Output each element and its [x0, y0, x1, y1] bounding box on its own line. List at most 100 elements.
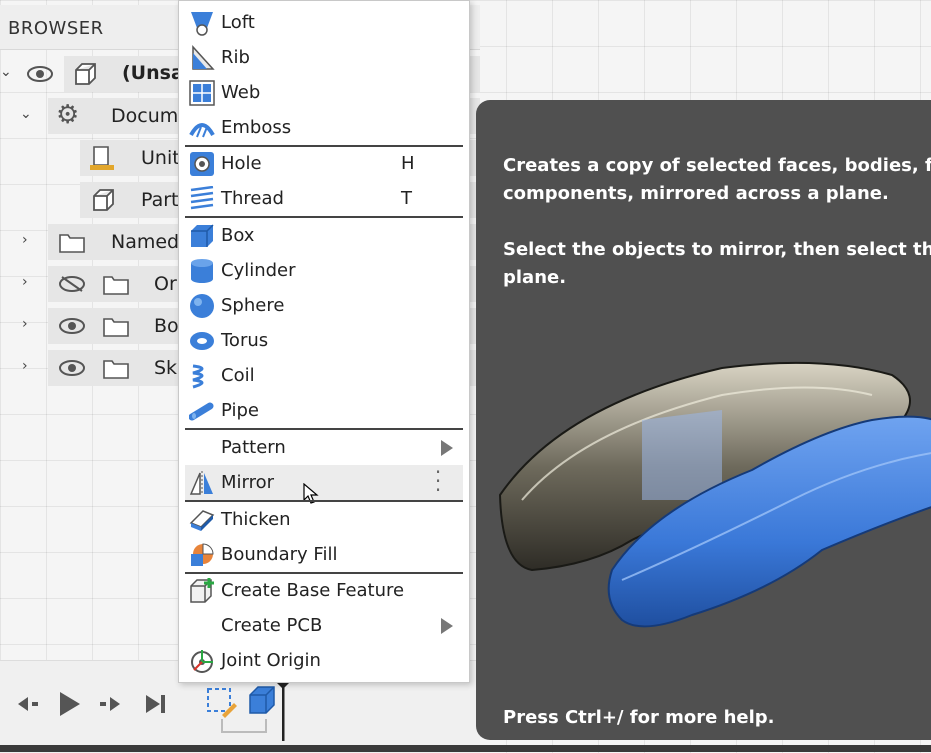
create-dropdown-menu: Loft Rib Web Emboss Hole H Thread T Box …	[178, 0, 470, 683]
pipe-icon	[189, 402, 214, 421]
menu-item-pattern[interactable]: Pattern	[185, 430, 463, 465]
menu-item-thicken[interactable]: Thicken	[185, 502, 463, 537]
eye-icon[interactable]	[26, 65, 54, 83]
menu-label: Web	[221, 82, 261, 103]
chevron-down-icon[interactable]: ⌄	[0, 64, 12, 80]
menu-item-coil[interactable]: Coil	[185, 358, 463, 393]
component-icon	[93, 189, 114, 211]
menu-item-thread[interactable]: Thread T	[185, 181, 463, 216]
folder-icon	[103, 276, 129, 295]
eye-icon[interactable]	[58, 317, 86, 335]
loft-icon	[191, 12, 213, 36]
go-to-end-icon[interactable]	[140, 689, 170, 719]
component-icon	[75, 63, 96, 85]
hole-icon	[190, 152, 214, 176]
browser-title: BROWSER	[8, 18, 104, 39]
step-forward-icon[interactable]	[96, 689, 126, 719]
menu-item-mirror[interactable]: Mirror · · ·	[185, 462, 463, 504]
coil-icon	[192, 364, 204, 389]
menu-label: Sphere	[221, 295, 285, 316]
rib-icon	[192, 45, 215, 70]
menu-label: Emboss	[221, 117, 292, 138]
status-strip	[0, 745, 931, 752]
units-icon	[90, 146, 114, 170]
menu-item-create-pcb[interactable]: Create PCB	[185, 608, 463, 643]
sphere-icon	[190, 294, 214, 318]
boundary-fill-icon	[191, 543, 214, 566]
eye-icon[interactable]	[58, 359, 86, 377]
tree-label-named-views: Named	[111, 231, 180, 253]
menu-item-hole[interactable]: Hole H	[185, 146, 463, 181]
menu-label: Loft	[221, 12, 255, 33]
menu-label: Box	[221, 225, 255, 246]
play-icon[interactable]	[54, 689, 84, 719]
menu-label: Create Base Feature	[221, 580, 405, 601]
folder-icon	[103, 360, 129, 379]
web-icon	[189, 80, 215, 106]
menu-label: Rib	[221, 47, 250, 68]
tree-label-root: (Unsa	[122, 62, 184, 84]
mirror-illustration	[498, 361, 931, 628]
go-to-start-icon[interactable]	[12, 689, 42, 719]
menu-item-sphere[interactable]: Sphere	[185, 288, 463, 323]
folder-icon	[103, 318, 129, 337]
tree-label-units: Unit	[141, 147, 180, 169]
more-options-icon[interactable]: · · ·	[433, 462, 443, 500]
timeline-group-bracket	[221, 719, 267, 733]
menu-label: Coil	[221, 365, 255, 386]
menu-label: Create PCB	[221, 615, 323, 636]
cylinder-icon	[191, 259, 213, 283]
menu-item-cylinder[interactable]: Cylinder	[185, 253, 463, 288]
menu-label: Boundary Fill	[221, 544, 338, 565]
chevron-right-icon[interactable]: ›	[22, 316, 28, 332]
box-icon	[191, 224, 214, 247]
joint-origin-icon	[191, 650, 213, 673]
chevron-down-icon[interactable]: ⌄	[20, 106, 32, 122]
menu-item-create-base-feature[interactable]: Create Base Feature	[185, 573, 463, 608]
tree-label-sketches: Sk	[154, 357, 178, 379]
menu-item-loft[interactable]: Loft	[185, 5, 463, 40]
emboss-icon	[189, 123, 215, 138]
menu-item-box[interactable]: Box	[185, 218, 463, 253]
menu-label: Thicken	[221, 509, 291, 530]
submenu-arrow-icon	[441, 440, 453, 456]
menu-label: Cylinder	[221, 260, 296, 281]
menu-item-emboss[interactable]: Emboss	[185, 110, 463, 145]
thread-icon	[190, 186, 214, 210]
shortcut-key: T	[401, 188, 412, 209]
menu-item-boundary-fill[interactable]: Boundary Fill	[185, 537, 463, 572]
mirror-icon	[189, 471, 213, 495]
folder-icon	[59, 234, 85, 253]
menu-label: Thread	[221, 188, 284, 209]
sketch-feature-icon[interactable]	[204, 685, 240, 721]
submenu-arrow-icon	[441, 618, 453, 634]
base-feature-icon	[190, 578, 214, 603]
gear-icon: ⚙	[56, 100, 80, 130]
menu-label: Mirror	[221, 472, 275, 493]
tooltip-description-line2: components, mirrored across a plane.	[503, 183, 889, 204]
menu-label: Joint Origin	[221, 650, 321, 671]
tooltip-help-text: Press Ctrl+/ for more help.	[503, 707, 775, 728]
menu-item-rib[interactable]: Rib	[185, 40, 463, 75]
thicken-icon	[189, 510, 215, 531]
chevron-right-icon[interactable]: ›	[22, 358, 28, 374]
menu-label: Torus	[221, 330, 269, 351]
torus-icon	[190, 332, 214, 350]
chevron-right-icon[interactable]: ›	[22, 274, 28, 290]
timeline-marker-icon[interactable]	[272, 679, 294, 741]
tree-label-origin: Or	[154, 273, 177, 295]
tooltip-instruction-line1: Select the objects to mirror, then selec…	[503, 239, 931, 260]
menu-item-joint-origin[interactable]: Joint Origin	[185, 643, 463, 678]
tree-label-document-settings: Docum	[111, 105, 179, 127]
menu-label: Pattern	[221, 437, 286, 458]
mirror-tooltip: Creates a copy of selected faces, bodies…	[476, 100, 931, 740]
tooltip-instruction-line2: plane.	[503, 267, 567, 288]
eye-hidden-icon[interactable]	[58, 275, 86, 293]
tree-label-part: Part	[141, 189, 179, 211]
menu-item-web[interactable]: Web	[185, 75, 463, 110]
chevron-right-icon[interactable]: ›	[22, 232, 28, 248]
menu-label: Hole	[221, 153, 262, 174]
tooltip-description-line1: Creates a copy of selected faces, bodies…	[503, 155, 931, 176]
menu-item-torus[interactable]: Torus	[185, 323, 463, 358]
menu-item-pipe[interactable]: Pipe	[185, 393, 463, 428]
